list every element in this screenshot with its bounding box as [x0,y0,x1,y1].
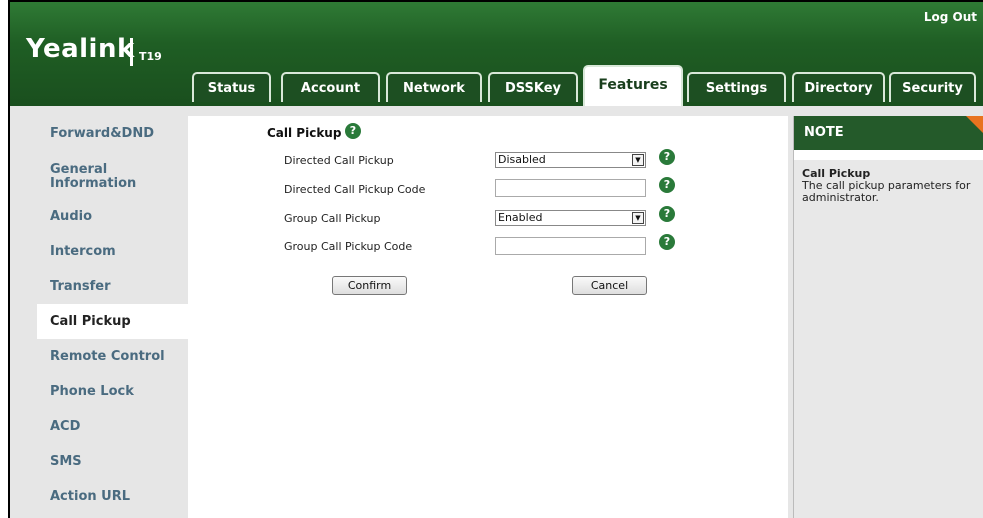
browser-frame: Log Out Yealink T19 Status Account Netwo… [8,0,983,518]
confirm-button[interactable]: Confirm [332,276,407,295]
section-help-icon[interactable]: ? [345,123,361,139]
note-divider [794,150,983,160]
directed-code-input[interactable] [495,179,646,197]
group-pickup-label: Group Call Pickup [284,212,381,225]
group-code-help-icon[interactable]: ? [659,234,675,250]
sidebar-nav: Forward&DND General Information Audio In… [37,116,188,514]
directed-pickup-label: Directed Call Pickup [284,154,394,167]
sidebar-item-acd[interactable]: ACD [37,409,188,444]
note-corner-icon [966,116,983,134]
sidebar-item-transfer[interactable]: Transfer [37,269,188,304]
group-pickup-help-icon[interactable]: ? [659,206,675,222]
sidebar-item-intercom[interactable]: Intercom [37,234,188,269]
sidebar-item-forward-dnd[interactable]: Forward&DND [37,116,188,151]
settings-panel: Call Pickup ? Directed Call Pickup Disab… [188,116,788,518]
section-title: Call Pickup [267,126,342,140]
directed-code-help-icon[interactable]: ? [659,177,675,193]
tab-status[interactable]: Status [192,72,271,102]
directed-pickup-select[interactable]: Disabled ▼ [495,152,646,168]
tab-features[interactable]: Features [583,65,683,106]
sidebar-item-phone-lock[interactable]: Phone Lock [37,374,188,409]
directed-pickup-help-icon[interactable]: ? [659,149,675,165]
note-panel: NOTE Call Pickup The call pickup paramet… [793,116,983,518]
group-code-label: Group Call Pickup Code [284,240,413,253]
group-pickup-select[interactable]: Enabled ▼ [495,210,646,226]
sidebar-item-audio[interactable]: Audio [37,199,188,234]
sidebar-item-call-pickup[interactable]: Call Pickup [37,304,188,339]
sidebar-item-sms[interactable]: SMS [37,444,188,479]
chevron-down-icon: ▼ [632,154,644,166]
sidebar-item-action-url[interactable]: Action URL [37,479,188,514]
tab-account[interactable]: Account [281,72,380,102]
tab-directory[interactable]: Directory [792,72,885,102]
sidebar-item-remote-control[interactable]: Remote Control [37,339,188,374]
note-header: NOTE [794,116,983,150]
tab-settings[interactable]: Settings [687,72,786,102]
chevron-down-icon: ▼ [632,212,644,224]
note-text: The call pickup parameters for administr… [802,179,971,204]
tab-dsskey[interactable]: DSSKey [488,72,578,102]
main-tabs: Status Account Network DSSKey Features S… [10,2,983,106]
tab-network[interactable]: Network [386,72,482,102]
group-code-input[interactable] [495,237,646,255]
directed-pickup-value: Disabled [498,153,546,166]
note-header-label: NOTE [804,125,844,140]
directed-code-label: Directed Call Pickup Code [284,183,426,196]
group-pickup-value: Enabled [498,211,543,224]
cancel-button[interactable]: Cancel [572,276,647,295]
tab-security[interactable]: Security [889,72,976,102]
sidebar-item-general-information[interactable]: General Information [37,151,188,199]
note-body: Call Pickup The call pickup parameters f… [794,160,983,212]
